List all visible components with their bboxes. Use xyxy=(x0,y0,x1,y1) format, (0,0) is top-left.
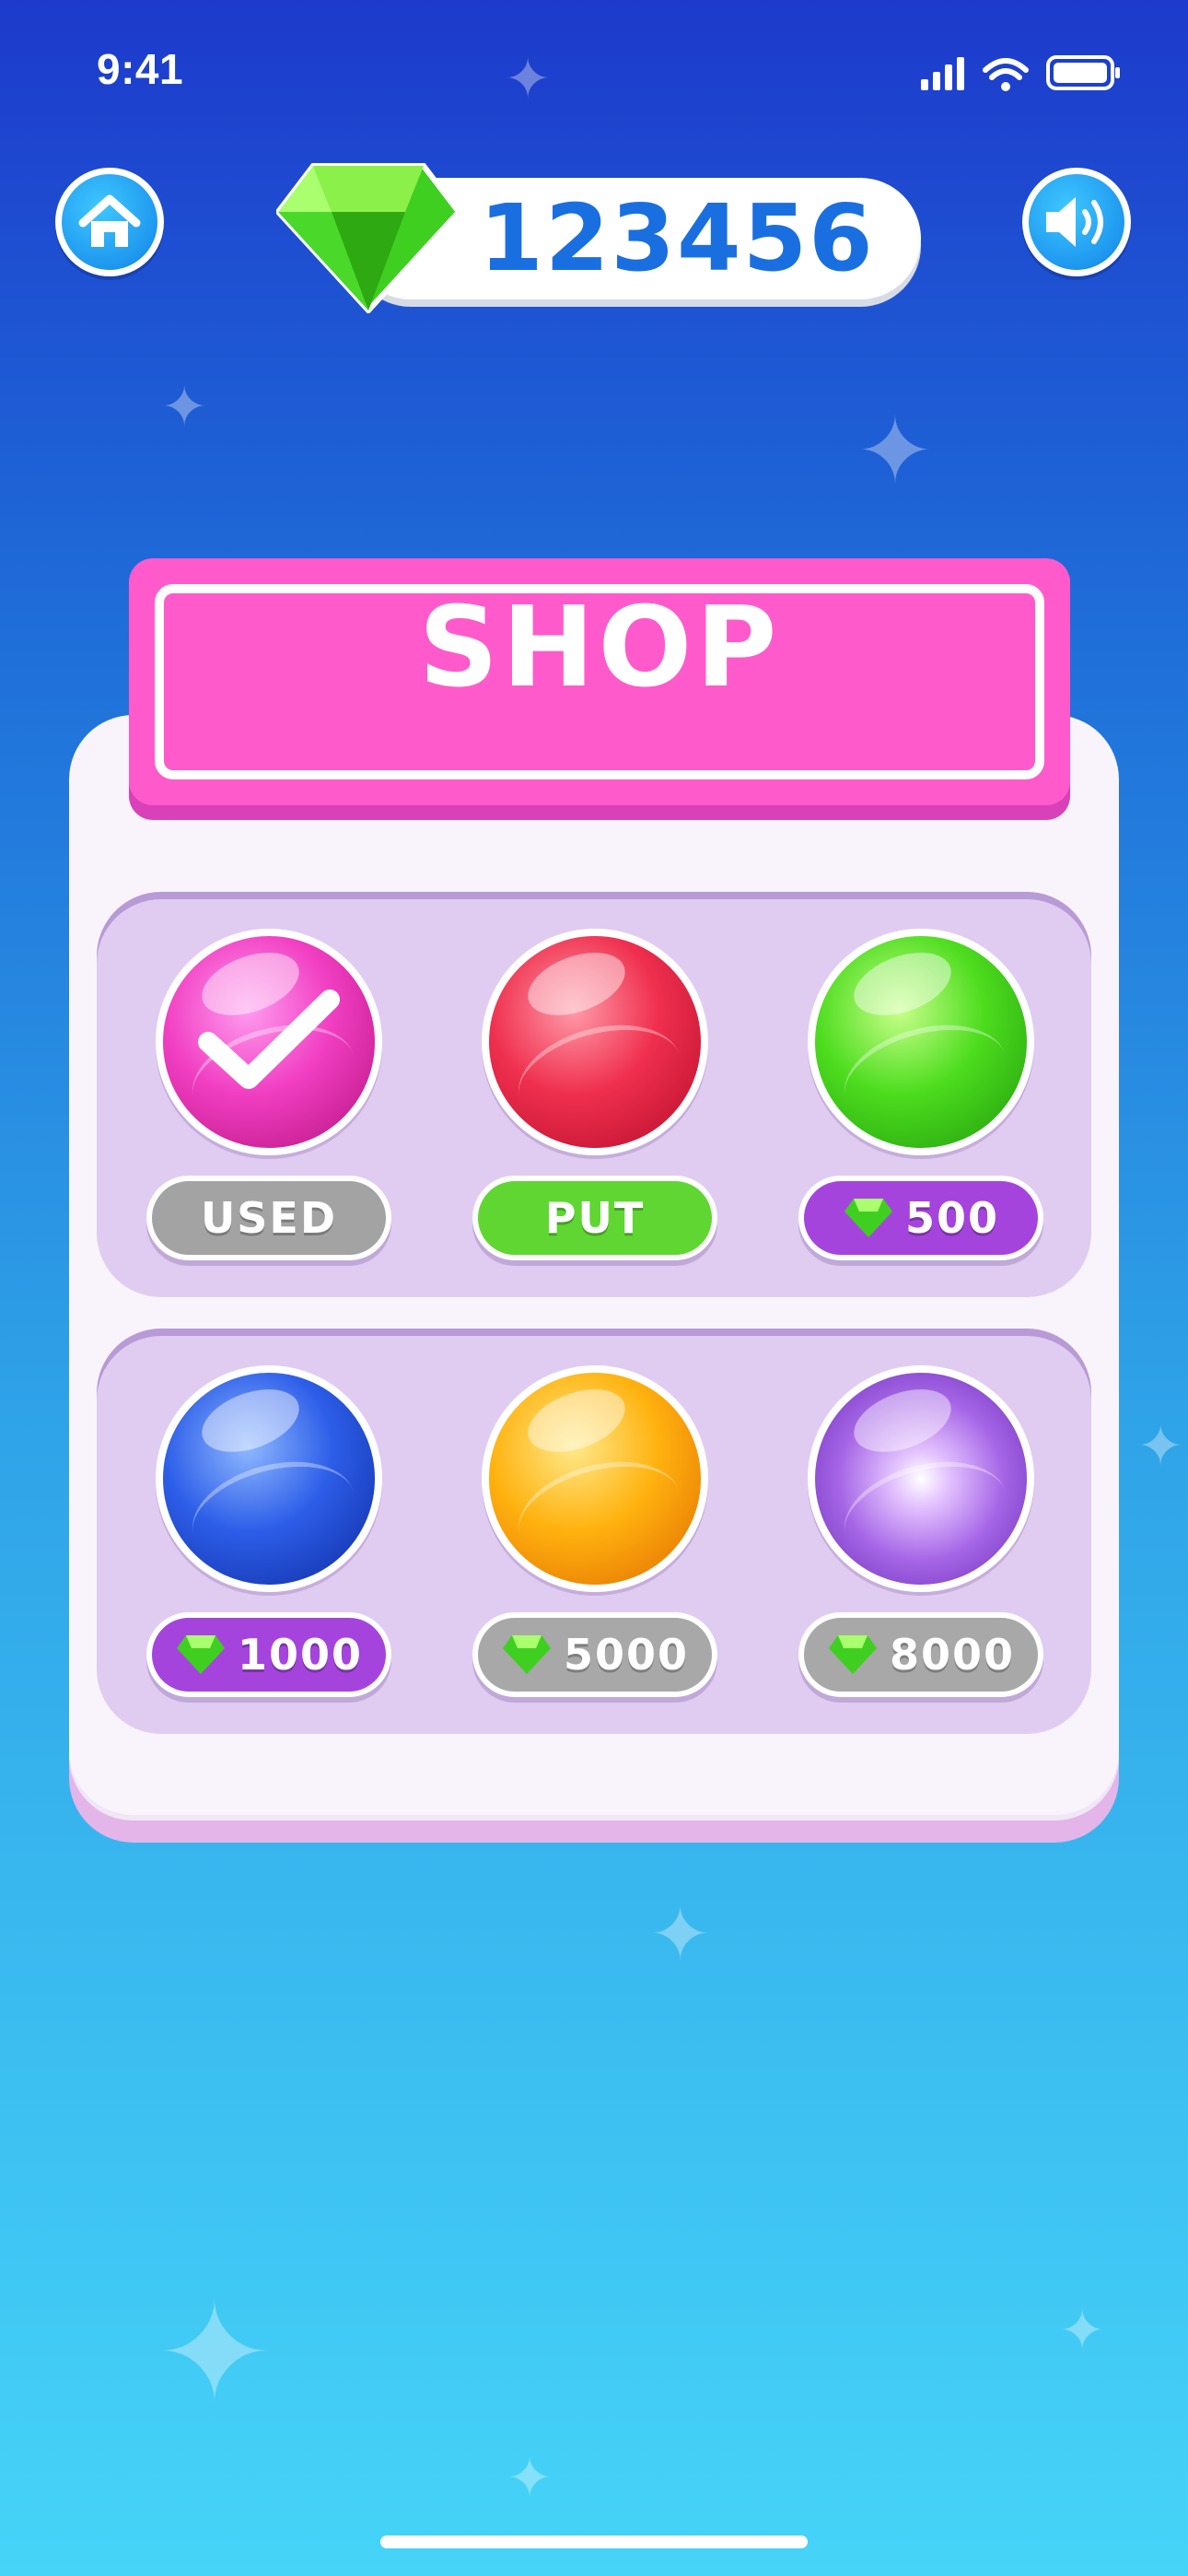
sparkle-decoration: ✦ xyxy=(1059,2299,1106,2363)
speaker-icon xyxy=(1046,197,1103,247)
purple-ball-skin[interactable] xyxy=(808,1365,1034,1592)
sparkle-decoration: ✦ xyxy=(161,375,208,439)
price-label: 5000 xyxy=(563,1630,690,1680)
buy-green-button[interactable]: 500 xyxy=(798,1176,1043,1260)
sparkle-decoration: ✦ xyxy=(856,397,934,505)
sparkle-decoration: ✦ xyxy=(157,2274,273,2434)
pink-ball-skin[interactable] xyxy=(156,929,382,1155)
gem-icon xyxy=(176,1635,225,1674)
green-ball-skin[interactable] xyxy=(808,929,1034,1155)
buy-orange-button[interactable]: 5000 xyxy=(472,1612,717,1697)
sparkle-decoration: ✦ xyxy=(505,47,552,111)
sparkle-decoration: ✦ xyxy=(1137,1414,1184,1479)
red-ball-skin[interactable] xyxy=(482,929,708,1155)
sparkle-decoration: ✦ xyxy=(507,2446,553,2511)
status-time: 9:41 xyxy=(97,45,184,93)
cellular-wifi-battery-icon xyxy=(921,55,1120,91)
used-button[interactable]: USED xyxy=(146,1176,391,1260)
sound-button[interactable] xyxy=(1022,168,1131,276)
buy-blue-button[interactable]: 1000 xyxy=(146,1612,391,1697)
price-label: 8000 xyxy=(889,1630,1016,1680)
price-label: 500 xyxy=(904,1193,1000,1243)
home-button[interactable] xyxy=(55,168,164,276)
price-label: 1000 xyxy=(237,1630,364,1680)
gem-icon xyxy=(828,1635,877,1674)
blue-ball-skin[interactable] xyxy=(156,1365,382,1592)
shop-title: SHOP xyxy=(418,584,781,712)
home-icon xyxy=(78,194,141,247)
put-label: PUT xyxy=(544,1193,646,1243)
used-label: USED xyxy=(200,1193,338,1243)
home-indicator[interactable] xyxy=(380,2535,808,2548)
status-icons xyxy=(921,53,1124,98)
checkmark-icon xyxy=(198,989,340,1089)
gem-icon xyxy=(274,161,462,317)
orange-ball-skin[interactable] xyxy=(482,1365,708,1592)
put-button[interactable]: PUT xyxy=(472,1176,717,1260)
buy-purple-button[interactable]: 8000 xyxy=(798,1612,1043,1697)
gem-icon xyxy=(844,1199,892,1237)
gem-icon xyxy=(502,1635,551,1674)
gem-count: 123456 xyxy=(479,184,875,292)
sparkle-decoration: ✦ xyxy=(649,1891,712,1977)
